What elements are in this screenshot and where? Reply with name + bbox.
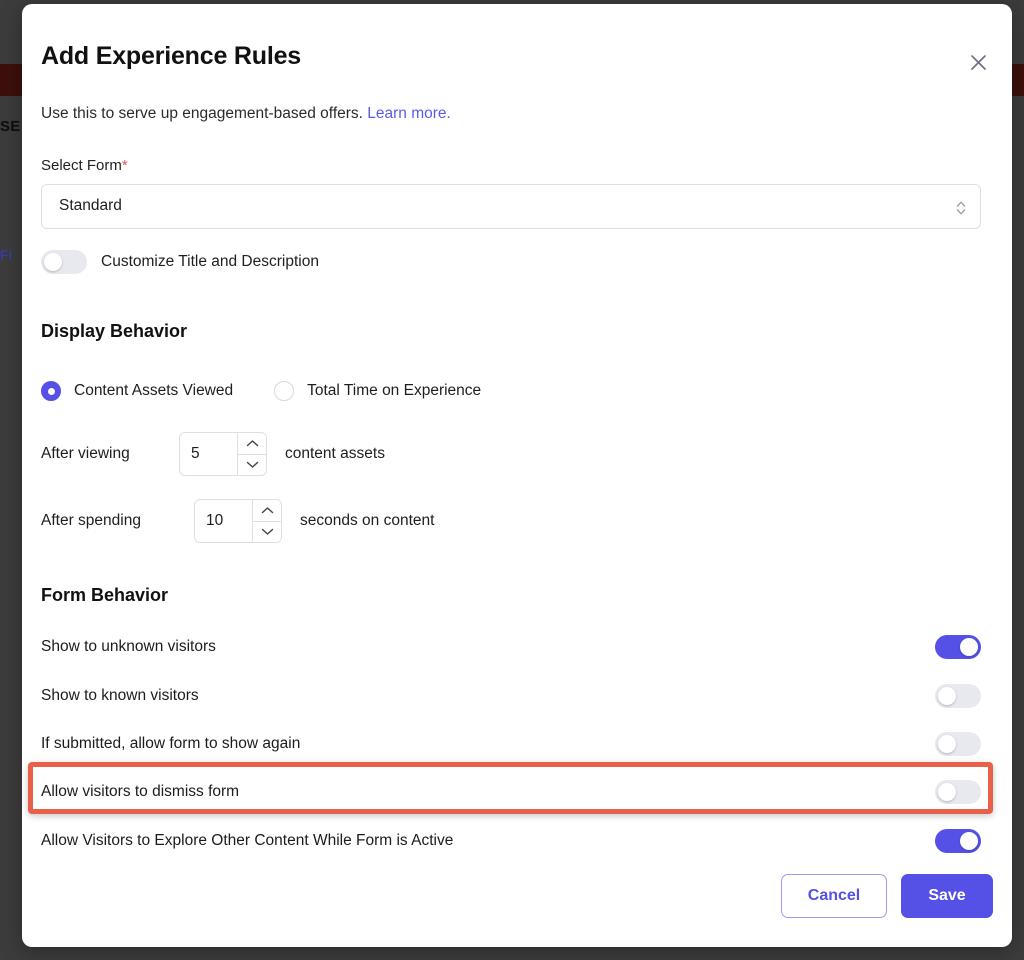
select-form-value: Standard (59, 197, 122, 214)
content-assets-value[interactable]: 5 (180, 433, 237, 475)
dialog-subtitle: Use this to serve up engagement-based of… (41, 105, 451, 123)
seconds-value[interactable]: 10 (195, 500, 252, 542)
content-assets-stepper-arrows (237, 433, 266, 475)
after-spending-row: After spending 10 seconds on content (41, 499, 434, 543)
toggle-knob (960, 638, 978, 656)
customize-title-description-row: Customize Title and Description (41, 250, 319, 274)
toggle-knob (938, 687, 956, 705)
after-spending-suffix: seconds on content (300, 512, 435, 529)
radio-label-content-assets-viewed: Content Assets Viewed (74, 382, 234, 399)
toggle-knob (44, 253, 62, 271)
toggle-knob (938, 783, 956, 801)
chevron-down-icon[interactable] (238, 455, 266, 476)
close-icon[interactable] (960, 44, 996, 80)
toggle-knob (960, 832, 978, 850)
after-viewing-suffix: content assets (285, 445, 385, 462)
chevron-up-icon[interactable] (253, 500, 281, 522)
cancel-button[interactable]: Cancel (781, 874, 887, 918)
allow-form-show-again-toggle[interactable] (935, 732, 981, 756)
after-spending-prefix: After spending (41, 512, 141, 529)
after-viewing-prefix: After viewing (41, 445, 130, 462)
form-behavior-label: If submitted, allow form to show again (41, 735, 301, 752)
customize-title-label: Customize Title and Description (101, 253, 319, 270)
toggle-knob (938, 735, 956, 753)
seconds-stepper[interactable]: 10 (194, 499, 282, 543)
background-section-text: SE (0, 118, 21, 135)
dialog-footer: Cancel Save (781, 874, 993, 918)
show-unknown-visitors-toggle[interactable] (935, 635, 981, 659)
form-behavior-label: Show to known visitors (41, 687, 199, 704)
after-viewing-row: After viewing 5 content assets (41, 432, 385, 476)
subtitle-text: Use this to serve up engagement-based of… (41, 105, 363, 122)
form-behavior-row: Show to known visitors (41, 683, 981, 709)
chevron-updown-icon (955, 198, 967, 218)
form-behavior-row: Allow Visitors to Explore Other Content … (41, 828, 981, 854)
radio-content-assets-viewed[interactable] (41, 381, 61, 401)
display-behavior-radio-group: Content Assets Viewed Total Time on Expe… (41, 381, 481, 401)
background-link-text: FI (0, 247, 13, 263)
form-behavior-row-highlighted: Allow visitors to dismiss form (41, 779, 981, 805)
form-behavior-label: Show to unknown visitors (41, 638, 216, 655)
dialog-title: Add Experience Rules (41, 42, 301, 70)
learn-more-link[interactable]: Learn more. (367, 105, 451, 122)
display-behavior-heading: Display Behavior (41, 321, 188, 341)
radio-label-total-time-on-experience: Total Time on Experience (307, 382, 482, 399)
add-experience-rules-dialog: Add Experience Rules Use this to serve u… (22, 4, 1012, 947)
chevron-down-icon[interactable] (253, 522, 281, 543)
form-behavior-heading: Form Behavior (41, 585, 169, 605)
form-behavior-label: Allow visitors to dismiss form (41, 783, 240, 800)
allow-explore-other-content-toggle[interactable] (935, 829, 981, 853)
radio-total-time-on-experience[interactable] (274, 381, 295, 401)
select-form-label: Select Form* (41, 157, 128, 174)
content-assets-stepper[interactable]: 5 (179, 432, 267, 476)
form-behavior-row: Show to unknown visitors (41, 634, 981, 660)
form-behavior-label: Allow Visitors to Explore Other Content … (41, 832, 454, 849)
show-known-visitors-toggle[interactable] (935, 684, 981, 708)
required-marker: * (121, 157, 128, 174)
select-form-label-text: Select Form (41, 157, 122, 174)
form-behavior-row: If submitted, allow form to show again (41, 731, 981, 757)
seconds-stepper-arrows (252, 500, 281, 542)
chevron-up-icon[interactable] (238, 433, 266, 455)
select-form-dropdown[interactable]: Standard (41, 184, 981, 229)
customize-title-toggle[interactable] (41, 250, 87, 274)
allow-dismiss-form-toggle[interactable] (935, 780, 981, 804)
save-button[interactable]: Save (901, 874, 993, 918)
